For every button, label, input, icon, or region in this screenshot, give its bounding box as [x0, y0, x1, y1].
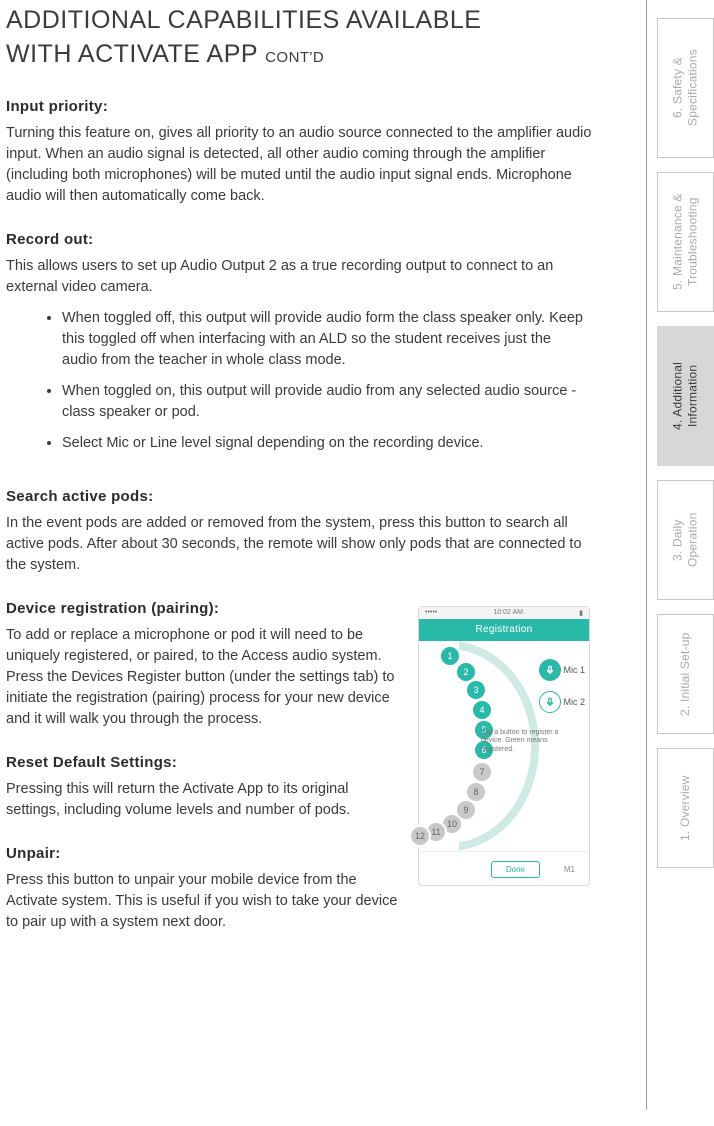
node-10: 10: [443, 815, 461, 833]
para-record-out-intro: This allows users to set up Audio Output…: [6, 256, 594, 298]
para-device-reg: To add or replace a microphone or pod it…: [6, 625, 406, 730]
two-col-right: ••••• 10:02 AM ▮ Registration 1 2 3 4 5 …: [418, 600, 594, 957]
label-reset: Reset Default Settings:: [6, 754, 406, 771]
label-unpair: Unpair:: [6, 845, 406, 862]
record-out-bullets: When toggled off, this output will provi…: [6, 308, 594, 454]
label-device-reg: Device registration (pairing):: [6, 600, 406, 617]
tab-maintenance-troubleshooting[interactable]: 5. Maintenance & Troubleshooting: [657, 172, 714, 312]
registration-tip: Tap a button to register a device. Green…: [481, 729, 559, 755]
node-7: 7: [473, 763, 491, 781]
list-item: When toggled on, this output will provid…: [62, 381, 594, 423]
tab-initial-setup[interactable]: 2. Initial Set-up: [657, 614, 714, 734]
phone-footer: Done M1: [419, 851, 589, 887]
node-3: 3: [467, 681, 485, 699]
status-carrier-icon: •••••: [425, 609, 437, 616]
para-unpair: Press this button to unpair your mobile …: [6, 870, 406, 933]
label-record-out: Record out:: [6, 231, 594, 248]
node-4: 4: [473, 701, 491, 719]
mic1-label: Mic 1: [563, 665, 585, 675]
phone-statusbar: ••••• 10:02 AM ▮: [419, 607, 589, 619]
page-title: ADDITIONAL CAPABILITIES AVAILABLE WITH A…: [6, 4, 594, 72]
para-reset: Pressing this will return the Activate A…: [6, 779, 406, 821]
title-line2-main: WITH ACTIVATE APP: [6, 40, 258, 68]
phone-body: 1 2 3 4 5 6 7 8 9 10 11 12 Mic 1: [419, 641, 589, 851]
node-11: 11: [427, 823, 445, 841]
mic1-icon: [539, 659, 561, 681]
done-button: Done: [491, 861, 540, 878]
tab-safety-specifications[interactable]: 6. Safety & Specifications: [657, 18, 714, 158]
label-input-priority: Input priority:: [6, 98, 594, 115]
list-item: When toggled off, this output will provi…: [62, 308, 594, 371]
mic2-label: Mic 2: [563, 697, 585, 707]
title-line1: ADDITIONAL CAPABILITIES AVAILABLE: [6, 6, 481, 34]
node-2: 2: [457, 663, 475, 681]
status-time: 10:02 AM: [493, 609, 523, 616]
para-input-priority: Turning this feature on, gives all prior…: [6, 123, 594, 207]
status-battery-icon: ▮: [579, 609, 583, 617]
list-item: Select Mic or Line level signal dependin…: [62, 433, 594, 454]
node-8: 8: [467, 783, 485, 801]
tab-additional-information[interactable]: 4. Additional Information: [657, 326, 714, 466]
tab-overview[interactable]: 1. Overview: [657, 748, 714, 868]
tab-daily-operation[interactable]: 3. Daily Operation: [657, 480, 714, 600]
title-contd: CONT'D: [265, 49, 324, 66]
two-col-left: Device registration (pairing): To add or…: [6, 600, 406, 957]
phone-screenshot: ••••• 10:02 AM ▮ Registration 1 2 3 4 5 …: [418, 606, 590, 886]
para-search-pods: In the event pods are added or removed f…: [6, 513, 594, 576]
node-1: 1: [441, 647, 459, 665]
node-12: 12: [411, 827, 429, 845]
mic2-icon: [539, 691, 561, 713]
section-tabs-rail: 6. Safety & Specifications 5. Maintenanc…: [646, 0, 714, 1110]
phone-title: Registration: [476, 624, 533, 635]
label-search-pods: Search active pods:: [6, 488, 594, 505]
wifi-label: M1: [564, 865, 575, 874]
main-content: ADDITIONAL CAPABILITIES AVAILABLE WITH A…: [0, 0, 622, 1126]
phone-titlebar: Registration: [419, 619, 589, 641]
node-9: 9: [457, 801, 475, 819]
two-column-block: Device registration (pairing): To add or…: [6, 600, 594, 957]
